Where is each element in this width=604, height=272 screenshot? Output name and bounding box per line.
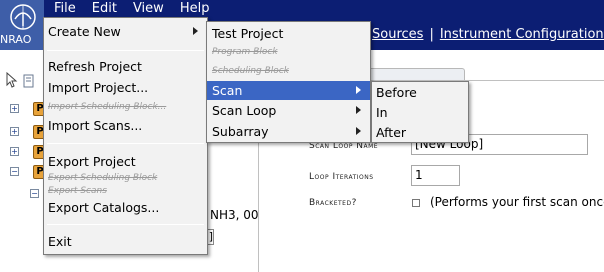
menu-item-import-scans[interactable]: Import Scans... xyxy=(44,116,207,135)
menu-item-in[interactable]: In xyxy=(372,103,468,122)
logo-text: NRAO xyxy=(0,33,32,46)
sources-link[interactable]: Sources xyxy=(372,27,423,42)
menu-item-label: Create New xyxy=(48,24,121,39)
file-menu: Create New Refresh Project Import Projec… xyxy=(43,17,208,255)
menu-item-subarray[interactable]: Subarray xyxy=(207,122,370,141)
menu-item-exit[interactable]: Exit xyxy=(44,232,207,251)
submenu-arrow-icon xyxy=(193,27,198,35)
menu-bar: File Edit View Help xyxy=(44,0,217,17)
menu-separator xyxy=(47,224,204,225)
menu-item-before[interactable]: Before xyxy=(372,83,468,102)
menu-item-export-catalogs[interactable]: Export Catalogs... xyxy=(44,198,207,217)
collapse-toggle[interactable]: − xyxy=(30,189,39,198)
tree-item-text[interactable]: NH3, 00 xyxy=(210,208,259,222)
link-separator: | xyxy=(429,27,434,42)
expand-toggle[interactable]: + xyxy=(10,147,19,156)
menu-file[interactable]: File xyxy=(44,0,84,17)
menu-item-label: Subarray xyxy=(212,124,269,139)
tree-toolbar xyxy=(0,70,44,90)
panel-divider[interactable] xyxy=(258,138,259,272)
menu-item-refresh-project[interactable]: Refresh Project xyxy=(44,57,207,76)
bracketed-checkbox[interactable] xyxy=(412,199,420,207)
menu-item-export-scheduling-block: Export Scheduling Block xyxy=(48,173,158,183)
tree-row[interactable]: − P xyxy=(10,165,47,179)
bracketed-description: (Performs your first scan once xyxy=(430,195,604,209)
expand-toggle[interactable]: + xyxy=(10,127,19,136)
menu-item-export-scans: Export Scans xyxy=(48,186,107,196)
tree-row[interactable]: + P xyxy=(10,102,47,116)
project-tree: + P + P + P − P − xyxy=(0,92,47,212)
submenu-arrow-icon xyxy=(356,86,361,94)
bracketed-label: Bracketed? xyxy=(309,198,357,208)
header-links: Sources | Instrument Configurations xyxy=(372,27,604,42)
menu-item-after[interactable]: After xyxy=(372,123,468,142)
nrao-logo: NRAO xyxy=(0,0,44,50)
menu-item-label: Scan xyxy=(212,83,243,98)
menu-separator xyxy=(47,143,204,144)
menu-item-scheduling-block: Scheduling Block xyxy=(212,66,289,76)
scan-submenu: Before In After xyxy=(371,81,469,143)
menu-item-import-project[interactable]: Import Project... xyxy=(44,78,207,97)
menu-item-create-new[interactable]: Create New xyxy=(44,22,207,41)
menu-item-import-scheduling-block: Import Scheduling Block... xyxy=(48,102,167,112)
instrument-configurations-link[interactable]: Instrument Configurations xyxy=(440,27,604,42)
menu-help[interactable]: Help xyxy=(172,0,218,17)
menu-edit[interactable]: Edit xyxy=(84,0,125,17)
loop-iterations-label: Loop Iterations xyxy=(309,172,374,182)
submenu-arrow-icon xyxy=(356,127,361,135)
menu-item-scan[interactable]: Scan xyxy=(207,81,370,100)
cursor-icon[interactable] xyxy=(6,72,18,88)
expand-toggle[interactable]: + xyxy=(10,104,19,113)
tree-row[interactable]: + P xyxy=(10,125,47,139)
menu-separator xyxy=(47,50,204,51)
menu-view[interactable]: View xyxy=(125,0,172,17)
loop-iterations-input[interactable]: 1 xyxy=(411,165,460,186)
menu-item-label: Scan Loop xyxy=(212,103,277,118)
collapse-toggle[interactable]: − xyxy=(10,167,19,176)
menu-item-test-project[interactable]: Test Project xyxy=(207,24,370,43)
radio-dish-icon xyxy=(10,4,36,30)
create-new-submenu: Test Project Program Block Scheduling Bl… xyxy=(206,21,371,143)
menu-item-program-block: Program Block xyxy=(212,47,278,57)
menu-item-scan-loop[interactable]: Scan Loop xyxy=(207,101,370,120)
tree-row[interactable]: + P xyxy=(10,145,47,159)
menu-item-export-project[interactable]: Export Project xyxy=(44,152,207,171)
document-icon[interactable] xyxy=(22,74,36,88)
submenu-arrow-icon xyxy=(356,106,361,114)
